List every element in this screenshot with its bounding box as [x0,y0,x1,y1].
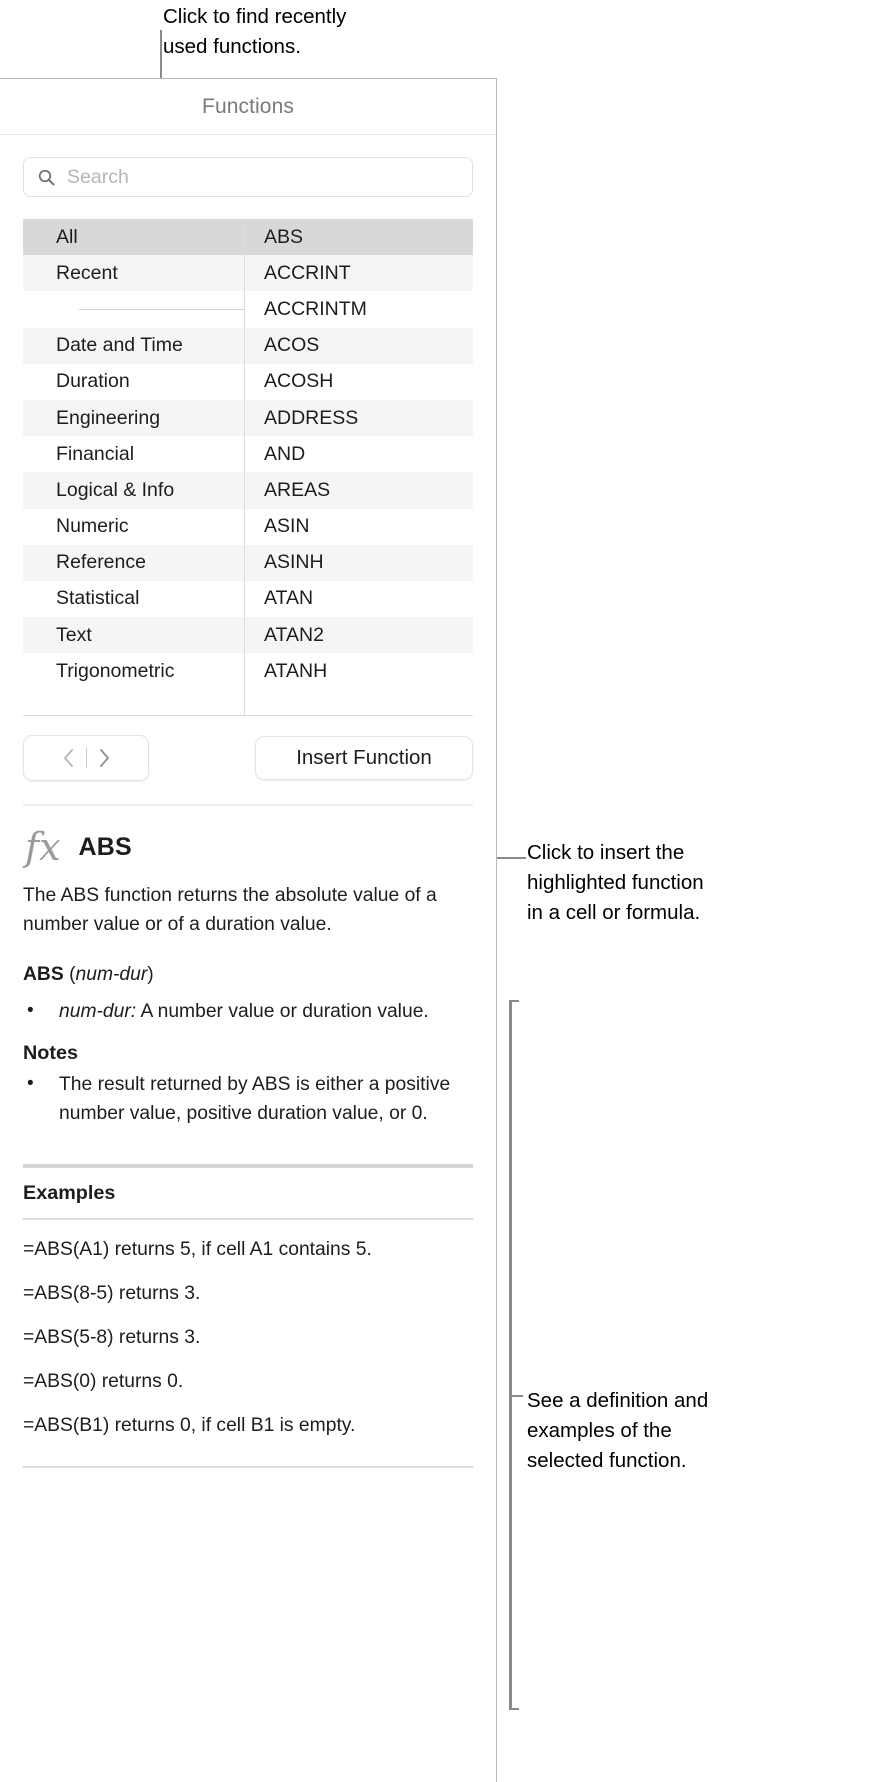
category-item-label: All [56,225,78,248]
category-item-reference[interactable]: Reference [23,544,244,581]
function-item-label: ASIN [264,515,310,538]
category-item-label: Logical & Info [56,478,175,501]
callout-bracket-definition-bottom [509,1708,519,1710]
callout-bracket-definition [509,1000,512,1710]
syntax-function-name: ABS [23,964,64,985]
category-item-label: Recent [56,261,118,284]
example-item: =ABS(A1) returns 5, if cell A1 contains … [23,1239,372,1260]
function-item-atan2[interactable]: ATAN2 [245,617,473,654]
function-item-areas[interactable]: AREAS [245,472,473,509]
category-item-recent[interactable]: Recent [23,255,244,292]
category-item-statistical[interactable]: Statistical [23,581,244,617]
search-icon [38,169,55,186]
category-item-trigonometric[interactable]: Trigonometric [23,653,244,689]
syntax-arguments: num-dur [75,964,148,985]
insert-function-button[interactable]: Insert Function [255,736,473,780]
category-list[interactable]: All Recent Date and Time Duration Engineerin… [23,219,245,715]
category-item-label: Financial [56,442,135,465]
notes-list: The result returned by ABS is either a p… [23,1070,473,1128]
callout-insert-function: Click to insert the highlighted function… [527,841,704,924]
argument-list: num-dur: A number value or duration valu… [23,997,473,1027]
function-item-atan[interactable]: ATAN [245,581,473,617]
fx-icon: fx [25,825,61,869]
category-item-duration[interactable]: Duration [23,364,244,400]
function-browser-lists: All Recent Date and Time Duration Engineerin… [23,219,473,716]
navigation-buttons[interactable] [23,735,149,781]
notes-heading: Notes [23,1042,78,1064]
function-list[interactable]: ABS ACCRINT ACCRINTM ACOS ACOSH ADDRESS AND ARE… [245,219,473,715]
function-item-label: ABS [264,225,304,248]
argument-item: num-dur: A number value or duration valu… [23,997,473,1027]
category-item-label: Trigonometric [56,659,175,682]
category-item-label: Statistical [56,587,140,610]
category-item-date-and-time[interactable]: Date and Time [23,327,244,364]
function-item-label: ATAN [264,587,314,610]
function-item-label: ADDRESS [264,406,359,429]
function-item-label: ATANH [264,659,328,682]
function-item-label: ACCRINT [264,261,351,284]
category-item-text[interactable]: Text [23,617,244,654]
function-item-label: AREAS [264,478,331,501]
category-item-label: Numeric [56,515,129,538]
callout-recent-functions: Click to find recently used functions. [163,5,347,58]
category-item-financial[interactable]: Financial [23,436,244,472]
callout-bracket-definition-top [509,1000,519,1002]
category-item-label: Duration [56,370,130,393]
category-item-engineering[interactable]: Engineering [23,399,244,437]
category-item-label: Date and Time [56,334,183,357]
category-item-label: Engineering [56,406,161,429]
panel-title: Functions [202,94,294,118]
function-item-label: ASINH [264,551,324,574]
detail-function-name: ABS [78,832,132,861]
function-item-label: ACOSH [264,370,334,393]
category-item-numeric[interactable]: Numeric [23,509,244,545]
function-description: The ABS function returns the absolute va… [23,885,437,935]
chevron-right-icon[interactable] [87,736,121,780]
search-row: Search [0,135,496,211]
examples-section: Examples =ABS(A1) returns 5, if cell A1 … [23,1164,473,1468]
function-item-accrint[interactable]: ACCRINT [245,255,473,292]
note-item: The result returned by ABS is either a p… [23,1070,473,1128]
search-input[interactable]: Search [23,157,473,197]
function-item-atanh[interactable]: ATANH [245,653,473,689]
function-item-and[interactable]: AND [245,436,473,472]
examples-heading: Examples [23,1182,116,1204]
function-detail-header: fx ABS [23,828,473,866]
example-item: =ABS(8-5) returns 3. [23,1283,201,1304]
argument-name: num-dur: [59,1000,137,1022]
function-item-asinh[interactable]: ASINH [245,544,473,581]
search-placeholder: Search [67,165,129,188]
panel-button-bar: Insert Function [23,734,473,782]
examples-bottom-rule [23,1466,473,1468]
function-syntax: ABS (num-dur) [23,964,154,985]
chevron-left-icon[interactable] [52,736,86,780]
divider [79,308,244,310]
examples-list: =ABS(A1) returns 5, if cell A1 contains … [23,1220,473,1440]
argument-description: A number value or duration value. [136,1000,429,1022]
function-item-label: ACCRINTM [264,297,367,320]
function-item-acos[interactable]: ACOS [245,327,473,364]
function-item-abs[interactable]: ABS [245,219,473,256]
callout-bracket-definition-tick [509,1395,523,1397]
function-detail: fx ABS The ABS function returns the abso… [23,804,473,1468]
category-item-all[interactable]: All [23,219,244,256]
function-item-acosh[interactable]: ACOSH [245,364,473,400]
function-item-address[interactable]: ADDRESS [245,399,473,437]
category-item-separator [23,291,244,327]
category-item-label: Text [56,623,92,646]
example-item: =ABS(5-8) returns 3. [23,1327,201,1348]
category-item-logical-info[interactable]: Logical & Info [23,472,244,509]
panel-titlebar: Functions [0,79,496,135]
example-item: =ABS(0) returns 0. [23,1371,184,1392]
function-item-label: AND [264,442,306,465]
function-item-label: ACOS [264,334,320,357]
example-item: =ABS(B1) returns 0, if cell B1 is empty. [23,1415,356,1436]
function-item-asin[interactable]: ASIN [245,509,473,545]
function-item-label: ATAN2 [264,623,324,646]
functions-panel: Functions Search All Recent Date and Time D… [0,78,497,1782]
callout-definition-examples: See a definition and examples of the sel… [527,1389,709,1472]
category-item-label: Reference [56,551,146,574]
function-item-accrintm[interactable]: ACCRINTM [245,291,473,327]
